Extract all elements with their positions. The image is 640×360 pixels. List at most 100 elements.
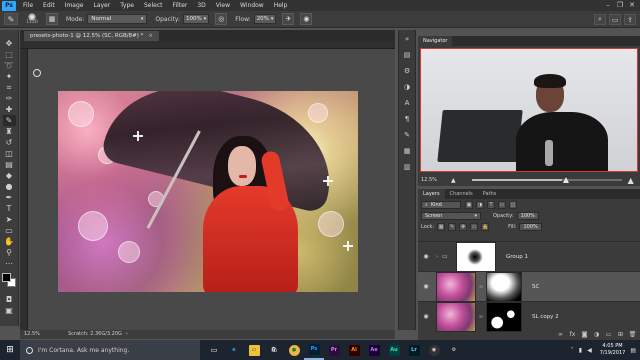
brush-tool-icon[interactable]: ✎ <box>2 115 16 126</box>
brush-panel-icon[interactable]: ✎ <box>401 130 413 141</box>
type-tool-icon[interactable]: T <box>3 203 16 214</box>
adjustment-layer-icon[interactable]: ◑ <box>592 331 601 338</box>
vertical-ruler[interactable] <box>20 49 28 330</box>
adjustments-panel-icon[interactable]: ◑ <box>401 82 413 93</box>
menu-select[interactable]: Select <box>139 0 168 11</box>
link-icon[interactable]: ∞ <box>478 284 484 290</box>
workspace-icon[interactable]: ▭ <box>609 14 621 25</box>
windows-start-icon[interactable]: ⊞ <box>0 340 20 360</box>
eraser-tool-icon[interactable]: ◫ <box>3 148 16 159</box>
navigator-zoom-slider[interactable] <box>471 176 622 183</box>
premiere-icon[interactable]: Pr <box>324 340 344 360</box>
audition-icon[interactable]: Au <box>384 340 404 360</box>
filter-type-icon[interactable]: T <box>487 200 495 209</box>
layer-name[interactable]: SL copy 2 <box>532 314 559 320</box>
layer-thumbnail[interactable] <box>436 301 476 332</box>
after-effects-icon[interactable]: Ae <box>364 340 384 360</box>
menu-edit[interactable]: Edit <box>38 0 60 11</box>
menu-help[interactable]: Help <box>269 0 293 11</box>
menu-view[interactable]: View <box>211 0 235 11</box>
shape-tool-icon[interactable]: ▭ <box>3 225 16 236</box>
add-mask-icon[interactable]: ◙ <box>580 331 589 338</box>
document-tab[interactable]: presets-photo-1 @ 12.5% (SC, RGB/8#) * × <box>24 31 159 41</box>
pressure-size-toggle[interactable]: ◉ <box>300 13 313 25</box>
tool-preset-picker[interactable]: ✎ <box>4 13 18 25</box>
horizontal-ruler[interactable] <box>20 41 395 49</box>
character-panel-icon[interactable]: A <box>401 98 413 109</box>
layer-thumbnail[interactable] <box>436 271 476 302</box>
lock-artboard-icon[interactable]: ▭ <box>470 222 479 231</box>
opacity-input[interactable]: 100% ▾ <box>183 14 210 24</box>
eye-icon[interactable]: ◉ <box>420 253 432 260</box>
hand-tool-icon[interactable]: ✋ <box>3 236 16 247</box>
menu-type[interactable]: Type <box>115 0 139 11</box>
close-button[interactable]: ✕ <box>626 0 638 11</box>
zoom-out-icon[interactable]: ▲ <box>451 177 456 184</box>
quick-select-tool-icon[interactable]: ✦ <box>3 71 16 82</box>
zoom-tool-icon[interactable]: ⚲ <box>3 247 16 258</box>
marquee-tool-icon[interactable]: ⬚ <box>3 49 16 60</box>
minimize-button[interactable]: – <box>602 0 614 11</box>
share-icon[interactable]: ⇪ <box>624 14 636 25</box>
layer-name[interactable]: Group 1 <box>506 254 528 260</box>
new-group-icon[interactable]: ▭ <box>604 331 613 338</box>
menu-image[interactable]: Image <box>60 0 89 11</box>
menu-layer[interactable]: Layer <box>88 0 115 11</box>
new-layer-icon[interactable]: ⊞ <box>616 331 625 338</box>
pressure-opacity-toggle[interactable]: ◎ <box>215 13 228 25</box>
layer-mask-thumbnail[interactable] <box>486 271 522 302</box>
layer-opacity-input[interactable]: 100% <box>516 211 539 220</box>
blur-tool-icon[interactable]: ◆ <box>3 170 16 181</box>
group-mask-thumbnail[interactable] <box>456 241 496 272</box>
filter-pixel-icon[interactable]: ▣ <box>465 200 473 209</box>
history-panel-icon[interactable]: ▤ <box>401 50 413 61</box>
menu-window[interactable]: Window <box>235 0 269 11</box>
lock-all-icon[interactable]: 🔒 <box>481 222 490 231</box>
lock-position-icon[interactable]: ✥ <box>459 222 468 231</box>
chrome-icon[interactable]: ● <box>284 340 304 360</box>
link-icon[interactable]: ∞ <box>478 314 484 320</box>
expand-chevron-icon[interactable]: › <box>434 254 440 260</box>
document-canvas[interactable] <box>58 91 358 292</box>
lightroom-icon[interactable]: Lr <box>404 340 424 360</box>
obs-icon[interactable]: ◉ <box>424 340 444 360</box>
slider-thumb[interactable] <box>562 176 569 183</box>
more-tools-icon[interactable]: ⋯ <box>3 258 16 269</box>
pen-tool-icon[interactable]: ✒ <box>3 192 16 203</box>
task-view-icon[interactable]: ▭ <box>204 340 224 360</box>
lock-transparent-icon[interactable]: ▦ <box>437 222 446 231</box>
eye-icon[interactable]: ◉ <box>420 313 432 320</box>
menu-file[interactable]: File <box>18 0 38 11</box>
cortana-search[interactable]: I'm Cortana. Ask me anything. <box>20 340 200 360</box>
trash-icon[interactable]: 🗑 <box>628 331 637 338</box>
foreground-color[interactable] <box>1 273 11 282</box>
brush-panel-toggle[interactable]: ▦ <box>46 13 58 25</box>
layer-style-icon[interactable]: fx <box>568 331 577 338</box>
zoom-in-icon[interactable]: ▲ <box>628 176 634 185</box>
layer-row-group[interactable]: ◉ › ▭ Group 1 <box>418 241 640 272</box>
close-icon[interactable]: × <box>148 31 153 41</box>
mode-select[interactable]: Normal ▾ <box>87 14 148 24</box>
chevron-up-icon[interactable]: ˄ <box>571 347 574 354</box>
swatches-panel-icon[interactable]: ▦ <box>401 146 413 157</box>
collapse-icon[interactable]: » <box>401 34 413 45</box>
brush-preset-picker[interactable]: 1120 <box>24 13 40 25</box>
healing-tool-icon[interactable]: ✚ <box>3 104 16 115</box>
quick-mask-icon[interactable]: ◘ <box>3 294 16 305</box>
edge-icon[interactable]: e <box>224 340 244 360</box>
crop-tool-icon[interactable]: ⌗ <box>3 82 16 93</box>
photoshop-icon[interactable]: Ps <box>304 340 324 360</box>
notifications-icon[interactable]: ▤ <box>630 347 636 354</box>
path-select-tool-icon[interactable]: ➤ <box>3 214 16 225</box>
color-swatches[interactable] <box>1 273 17 288</box>
libraries-panel-icon[interactable]: ▥ <box>401 162 413 173</box>
screen-mode-icon[interactable]: ▣ <box>3 305 16 316</box>
layer-row-sl-copy-2[interactable]: ◉ ∞ SL copy 2 <box>418 301 640 332</box>
file-explorer-icon[interactable]: ▭ <box>244 340 264 360</box>
airbrush-toggle[interactable]: ✈ <box>282 13 295 25</box>
eye-icon[interactable]: ◉ <box>420 283 432 290</box>
illustrator-icon[interactable]: Ai <box>344 340 364 360</box>
dodge-tool-icon[interactable]: ● <box>3 181 16 192</box>
tab-navigator[interactable]: Navigator <box>418 36 453 46</box>
layer-row-sc[interactable]: ◉ ∞ SC <box>418 271 640 302</box>
